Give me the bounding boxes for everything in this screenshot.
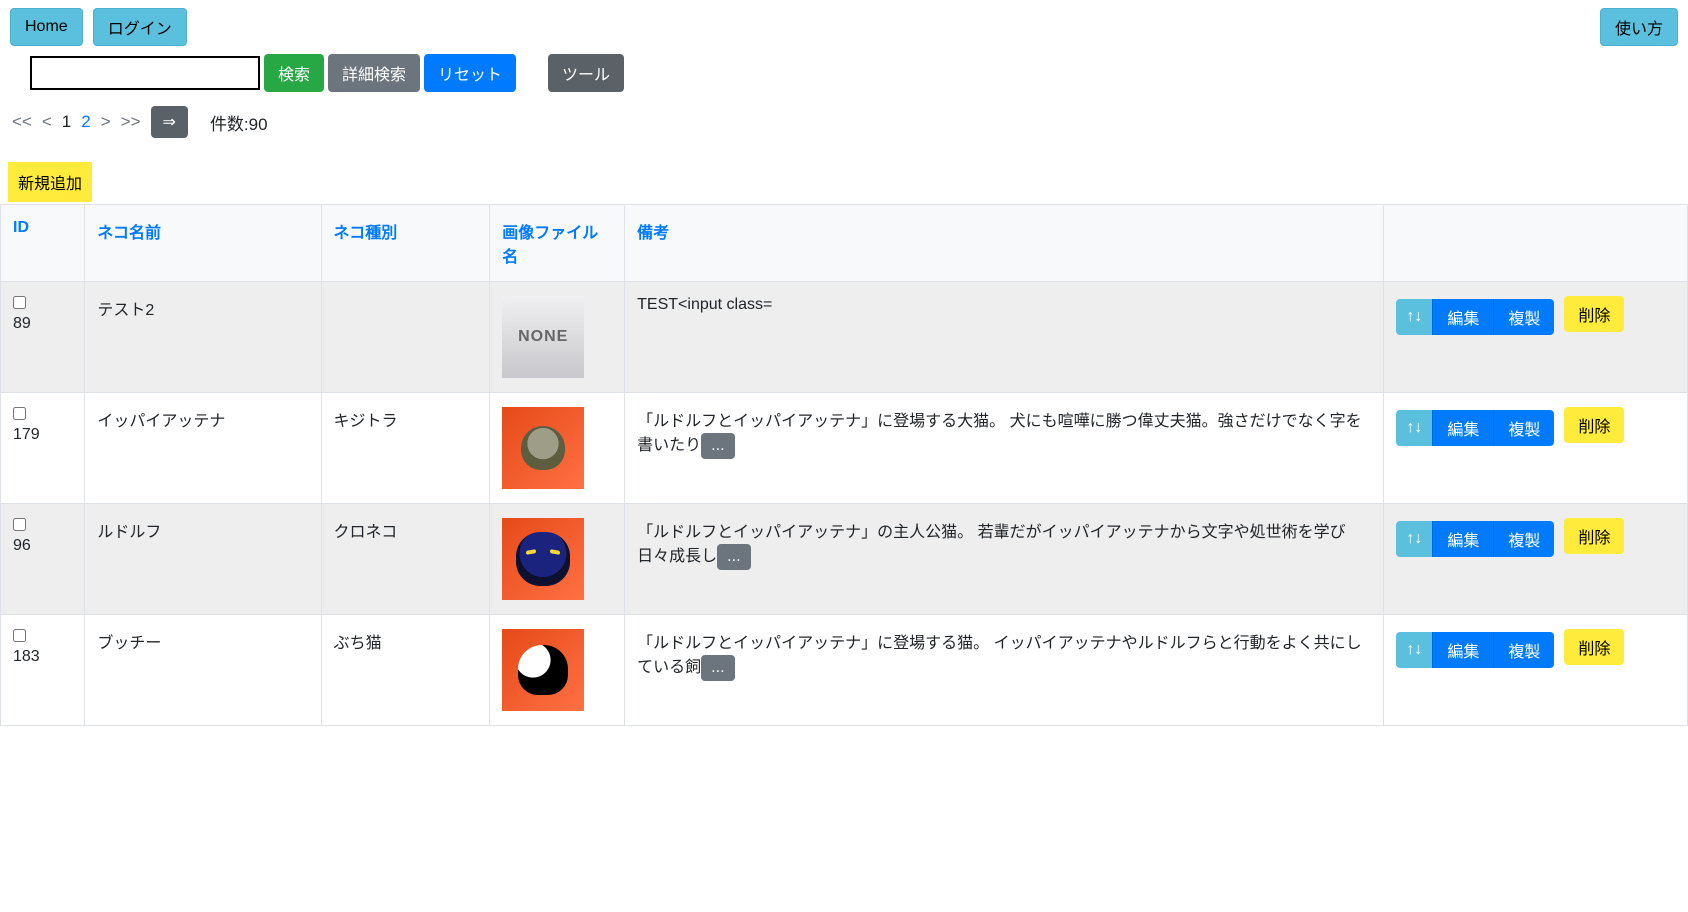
pager-prev[interactable]: < <box>42 112 52 132</box>
pager-go-button[interactable]: ⇒ <box>151 106 188 138</box>
row-id: 89 <box>13 315 31 332</box>
copy-button[interactable]: 複製 <box>1493 410 1554 446</box>
home-button[interactable]: Home <box>10 8 83 46</box>
copy-button[interactable]: 複製 <box>1493 299 1554 335</box>
row-kind: クロネコ <box>334 524 398 541</box>
row-note: 「ルドルフとイッパイアッテナ」に登場する猫。 イッパイアッテナやルドルフらと行動… <box>637 635 1361 676</box>
pager-last[interactable]: >> <box>121 112 141 132</box>
row-note: 「ルドルフとイッパイアッテナ」に登場する大猫。 犬にも喧嘩に勝つ偉丈夫猫。強さだ… <box>637 413 1361 454</box>
delete-button[interactable]: 削除 <box>1564 518 1624 554</box>
row-kind: ぶち猫 <box>334 635 382 652</box>
row-kind: キジトラ <box>334 413 398 430</box>
more-button[interactable]: ... <box>717 544 750 570</box>
search-button[interactable]: 検索 <box>264 54 324 92</box>
edit-button[interactable]: 編集 <box>1432 632 1493 668</box>
adv-search-button[interactable]: 詳細検索 <box>328 54 420 92</box>
pager-page-2[interactable]: 2 <box>81 112 90 132</box>
table-row: 89 テスト2 NONE TEST<input class= ↑↓編集複製削除 <box>1 282 1688 393</box>
row-checkbox[interactable] <box>13 296 26 309</box>
sort-button[interactable]: ↑↓ <box>1396 410 1432 446</box>
record-count: 件数:90 <box>210 110 268 135</box>
col-img[interactable]: 画像ファイル名 <box>502 225 598 266</box>
sort-button[interactable]: ↑↓ <box>1396 299 1432 335</box>
col-note[interactable]: 備考 <box>637 225 669 242</box>
copy-button[interactable]: 複製 <box>1493 632 1554 668</box>
sort-button[interactable]: ↑↓ <box>1396 632 1432 668</box>
delete-button[interactable]: 削除 <box>1564 407 1624 443</box>
search-input[interactable] <box>30 56 260 90</box>
row-name: イッパイアッテナ <box>97 413 225 430</box>
thumb-image <box>502 407 584 489</box>
login-button[interactable]: ログイン <box>93 8 187 46</box>
row-id: 179 <box>13 426 40 443</box>
edit-button[interactable]: 編集 <box>1432 410 1493 446</box>
copy-button[interactable]: 複製 <box>1493 521 1554 557</box>
table-row: 179 イッパイアッテナ キジトラ 「ルドルフとイッパイアッテナ」に登場する大猫。 犬… <box>1 393 1688 504</box>
more-button[interactable]: ... <box>701 655 734 681</box>
edit-button[interactable]: 編集 <box>1432 299 1493 335</box>
row-id: 96 <box>13 537 31 554</box>
data-table: ID ネコ名前 ネコ種別 画像ファイル名 備考 89 テスト2 NONE TEST<i… <box>0 204 1688 726</box>
row-checkbox[interactable] <box>13 518 26 531</box>
delete-button[interactable]: 削除 <box>1564 296 1624 332</box>
row-name: ブッチー <box>97 635 161 652</box>
reset-button[interactable]: リセット <box>424 54 516 92</box>
edit-button[interactable]: 編集 <box>1432 521 1493 557</box>
row-checkbox[interactable] <box>13 629 26 642</box>
row-checkbox[interactable] <box>13 407 26 420</box>
delete-button[interactable]: 削除 <box>1564 629 1624 665</box>
table-row: 183 ブッチー ぶち猫 「ルドルフとイッパイアッテナ」に登場する猫。 イッパイアッテ… <box>1 615 1688 726</box>
sort-button[interactable]: ↑↓ <box>1396 521 1432 557</box>
table-row: 96ルドルフクロネコ「ルドルフとイッパイアッテナ」の主人公猫。 若輩だがイッパイ… <box>1 504 1688 615</box>
row-note: TEST<input class= <box>637 296 772 313</box>
row-name: ルドルフ <box>97 524 161 541</box>
thumb-none: NONE <box>502 296 584 378</box>
row-id: 183 <box>13 648 40 665</box>
col-actions <box>1384 205 1688 282</box>
add-new-button[interactable]: 新規追加 <box>8 162 92 202</box>
col-kind[interactable]: ネコ種別 <box>334 225 398 242</box>
pager-next[interactable]: > <box>101 112 111 132</box>
thumb-image <box>502 518 584 600</box>
row-name: テスト2 <box>97 302 154 319</box>
more-button[interactable]: ... <box>701 433 734 459</box>
help-button[interactable]: 使い方 <box>1600 8 1678 46</box>
tool-button[interactable]: ツール <box>548 54 624 92</box>
pager-page-1[interactable]: 1 <box>62 112 71 132</box>
col-name[interactable]: ネコ名前 <box>97 225 161 242</box>
pager-first[interactable]: << <box>12 112 32 132</box>
col-id[interactable]: ID <box>13 219 29 236</box>
thumb-image <box>502 629 584 711</box>
